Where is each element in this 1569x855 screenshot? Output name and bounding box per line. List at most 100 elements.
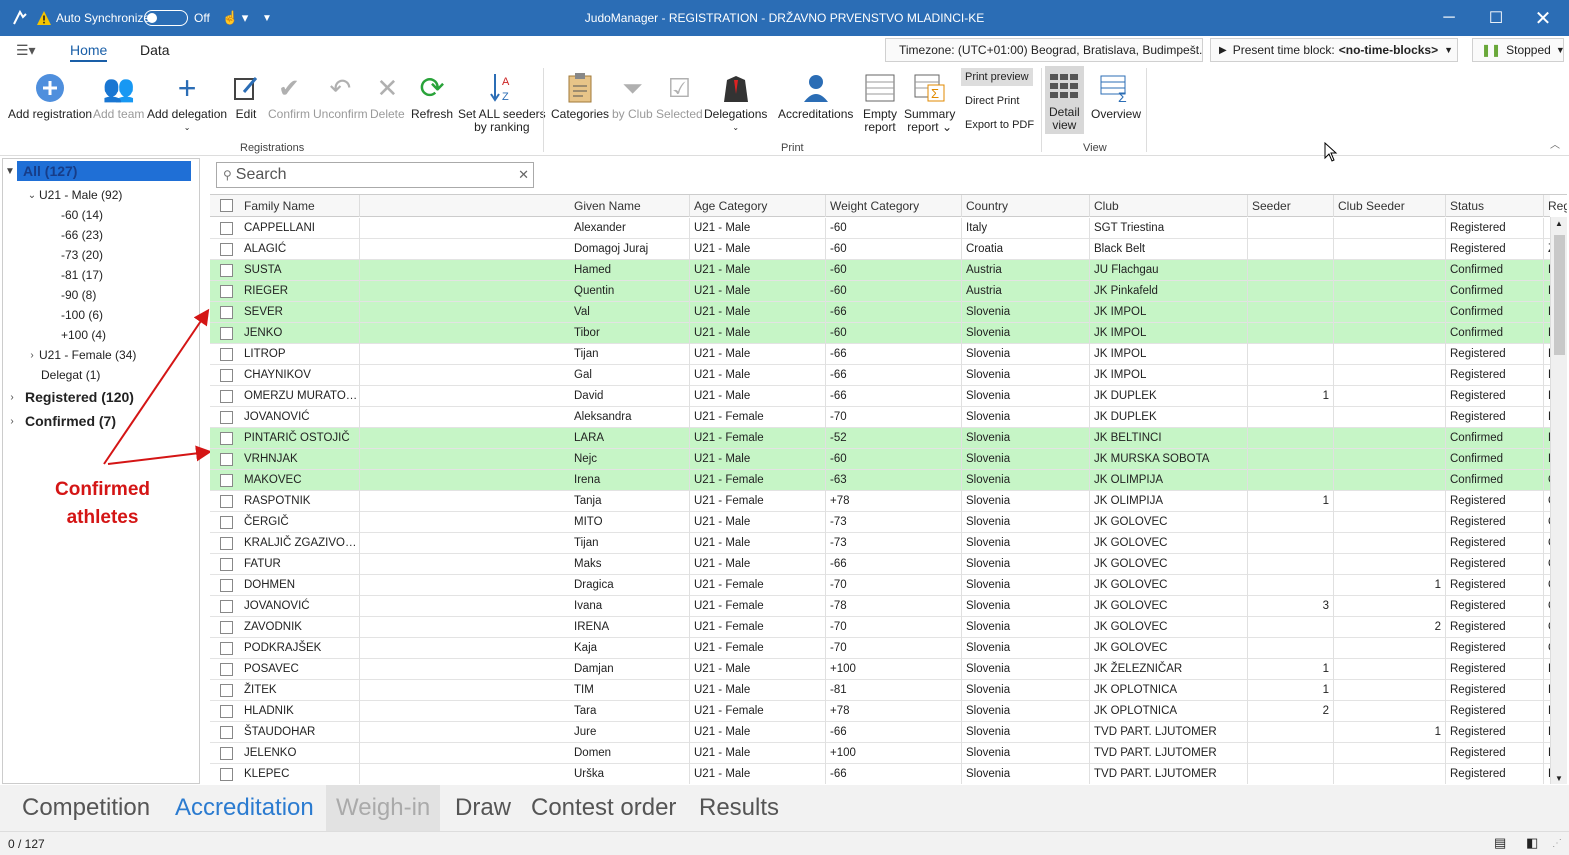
row-checkbox[interactable] xyxy=(220,684,233,697)
row-checkbox[interactable] xyxy=(220,768,233,781)
normal-view-icon[interactable]: ▤ xyxy=(1494,835,1506,851)
by-club-button[interactable]: ⏷ by Club xyxy=(612,68,653,121)
print-preview-button[interactable]: Print preview xyxy=(961,68,1033,86)
stopped-dropdown[interactable]: ❚❚ Stopped ▼ xyxy=(1472,38,1564,62)
row-checkbox[interactable] xyxy=(220,348,233,361)
tree-item-weight[interactable]: -100 (6) xyxy=(61,305,103,325)
tab-competition[interactable]: Competition xyxy=(12,785,160,831)
add-registration-button[interactable]: Add registration xyxy=(8,68,92,121)
overview-button[interactable]: Σ Overview xyxy=(1091,68,1141,121)
row-checkbox[interactable] xyxy=(220,390,233,403)
table-row[interactable]: CHAYNIKOV Gal U21 - Male -66 Slovenia JK IMPO… xyxy=(210,365,1567,386)
tab-draw[interactable]: Draw xyxy=(445,785,521,831)
maximize-icon[interactable]: ☐ xyxy=(1473,0,1519,36)
tree-item-u21-male[interactable]: ⌄ U21 - Male (92) xyxy=(25,185,123,205)
app-menu-icon[interactable]: ☰▾ xyxy=(16,42,36,59)
row-checkbox[interactable] xyxy=(220,327,233,340)
row-checkbox[interactable] xyxy=(220,495,233,508)
tab-weigh-in[interactable]: Weigh-in xyxy=(326,785,441,831)
column-header[interactable]: Seeder xyxy=(1248,195,1334,217)
table-row[interactable]: SUSTA Hamed U21 - Male -60 Austria JU Flachga… xyxy=(210,260,1567,281)
table-row[interactable]: PINTARIČ OSTOJIČ LARA U21 - Female -52 Slove… xyxy=(210,428,1567,449)
column-header[interactable]: Age Category xyxy=(690,195,826,217)
set-all-seeders-button[interactable]: AZ Set ALL seeders by ranking xyxy=(458,68,546,134)
search-input[interactable]: Search xyxy=(236,166,287,184)
tree-item-weight[interactable]: -90 (8) xyxy=(61,285,96,305)
row-checkbox[interactable] xyxy=(220,705,233,718)
table-row[interactable]: JOVANOVIĆ Aleksandra U21 - Female -70 Sloven… xyxy=(210,407,1567,428)
table-row[interactable]: OMERZU MURATOVIČ David U21 - Male -66 Sloven… xyxy=(210,386,1567,407)
tab-contest-order[interactable]: Contest order xyxy=(521,785,686,831)
accreditations-button[interactable]: Accreditations xyxy=(778,68,853,121)
tab-results[interactable]: Results xyxy=(689,785,789,831)
row-checkbox[interactable] xyxy=(220,642,233,655)
table-row[interactable]: PODKRAJŠEK Kaja U21 - Female -70 Slovenia JK … xyxy=(210,638,1567,659)
tree-item-weight[interactable]: +100 (4) xyxy=(61,325,106,345)
tree-item-u21-female[interactable]: › U21 - Female (34) xyxy=(25,345,136,365)
auto-sync-toggle[interactable]: Off xyxy=(140,0,210,36)
timezone-box[interactable]: Timezone: (UTC+01:00) Beograd, Bratislav… xyxy=(885,38,1203,62)
table-row[interactable]: DOHMEN Dragica U21 - Female -70 Slovenia JK G… xyxy=(210,575,1567,596)
tree-item-weight[interactable]: -73 (20) xyxy=(61,245,103,265)
delegations-button[interactable]: Delegations ⌄ xyxy=(704,68,767,134)
scroll-down-icon[interactable]: ▼ xyxy=(1555,774,1563,783)
tab-home[interactable]: Home xyxy=(70,42,108,62)
row-checkbox[interactable] xyxy=(220,453,233,466)
tree-item-registered[interactable]: › Registered (120) xyxy=(5,387,134,407)
tree-item-weight[interactable]: -60 (14) xyxy=(61,205,103,225)
column-header[interactable]: Club xyxy=(1090,195,1248,217)
tree-item-weight[interactable]: -66 (23) xyxy=(61,225,103,245)
edit-button[interactable]: Edit xyxy=(232,68,260,121)
table-row[interactable]: JELENKO Domen U21 - Male +100 Slovenia TVD PA… xyxy=(210,743,1567,764)
tree-item-all[interactable]: ▼ All (127) xyxy=(3,161,199,181)
table-row[interactable]: ŽITEK TIM U21 - Male -81 Slovenia JK OPLOTNIC… xyxy=(210,680,1567,701)
table-row[interactable]: KRALJIČ ZGAZIVODA Tijan U21 - Male -73 Slove… xyxy=(210,533,1567,554)
search-box[interactable]: ⚲ Search ✕ xyxy=(216,162,534,188)
row-checkbox[interactable] xyxy=(220,600,233,613)
direct-print-button[interactable]: Direct Print xyxy=(961,92,1023,110)
table-row[interactable]: ZAVODNIK IRENA U21 - Female -70 Slovenia JK G… xyxy=(210,617,1567,638)
scroll-thumb[interactable] xyxy=(1554,235,1565,355)
row-checkbox[interactable] xyxy=(220,558,233,571)
confirm-button[interactable]: ✔ Confirm xyxy=(268,68,310,121)
row-checkbox[interactable] xyxy=(220,516,233,529)
add-team-button[interactable]: 👥 Add team xyxy=(93,68,144,121)
column-header[interactable]: Country xyxy=(962,195,1090,217)
refresh-button[interactable]: ⟳ Refresh xyxy=(411,68,453,121)
row-checkbox[interactable] xyxy=(220,264,233,277)
tree-item-delegat[interactable]: Delegat (1) xyxy=(41,365,100,385)
table-row[interactable]: RASPOTNIK Tanja U21 - Female +78 Slovenia JK … xyxy=(210,491,1567,512)
scroll-up-icon[interactable]: ▲ xyxy=(1555,219,1563,228)
column-header[interactable]: Club Seeder xyxy=(1334,195,1446,217)
row-checkbox[interactable] xyxy=(220,621,233,634)
table-row[interactable]: JOVANOVIĆ Ivana U21 - Female -78 Slovenia JK … xyxy=(210,596,1567,617)
present-time-block-dropdown[interactable]: ▶ Present time block: <no-time-blocks> ▼ xyxy=(1210,38,1458,62)
row-checkbox[interactable] xyxy=(220,726,233,739)
column-header[interactable]: Region xyxy=(1544,195,1567,217)
table-row[interactable]: POSAVEC Damjan U21 - Male +100 Slovenia JK ŽE… xyxy=(210,659,1567,680)
row-checkbox[interactable] xyxy=(220,579,233,592)
table-row[interactable]: CAPPELLANI Alexander U21 - Male -60 Italy SGT… xyxy=(210,218,1550,239)
table-row[interactable]: ČERGIČ MITO U21 - Male -73 Slovenia JK GOLOVE… xyxy=(210,512,1567,533)
quick-access-chevron-icon[interactable]: ▼ xyxy=(262,0,272,36)
tab-data[interactable]: Data xyxy=(140,42,170,58)
table-row[interactable]: LITROP Tijan U21 - Male -66 Slovenia JK IMPOL… xyxy=(210,344,1567,365)
clear-search-icon[interactable]: ✕ xyxy=(518,167,529,183)
row-checkbox[interactable] xyxy=(220,432,233,445)
summary-report-button[interactable]: Σ Summary report ⌄ xyxy=(904,68,955,134)
tree-item-confirmed[interactable]: › Confirmed (7) xyxy=(5,411,116,431)
minimize-icon[interactable]: ─ xyxy=(1426,0,1472,36)
table-row[interactable]: FATUR Maks U21 - Male -66 Slovenia JK GOLOVEC… xyxy=(210,554,1567,575)
table-row[interactable]: MAKOVEC Irena U21 - Female -63 Slovenia JK OL… xyxy=(210,470,1567,491)
row-checkbox[interactable] xyxy=(220,306,233,319)
delete-button[interactable]: ✕ Delete xyxy=(370,68,405,121)
select-all-checkbox[interactable] xyxy=(220,199,233,212)
touch-mode-dropdown[interactable]: ☝ ▾ xyxy=(222,0,248,36)
resize-grip-icon[interactable]: ⋰ xyxy=(1552,838,1562,849)
column-header[interactable]: Status xyxy=(1446,195,1544,217)
row-checkbox[interactable] xyxy=(220,285,233,298)
table-row[interactable]: ALAGIĆ Domagoj Juraj U21 - Male -60 Croatia B… xyxy=(210,239,1567,260)
empty-report-button[interactable]: Empty report xyxy=(863,68,897,134)
detail-view-button[interactable]: Detail view xyxy=(1045,66,1084,134)
row-checkbox[interactable] xyxy=(220,369,233,382)
